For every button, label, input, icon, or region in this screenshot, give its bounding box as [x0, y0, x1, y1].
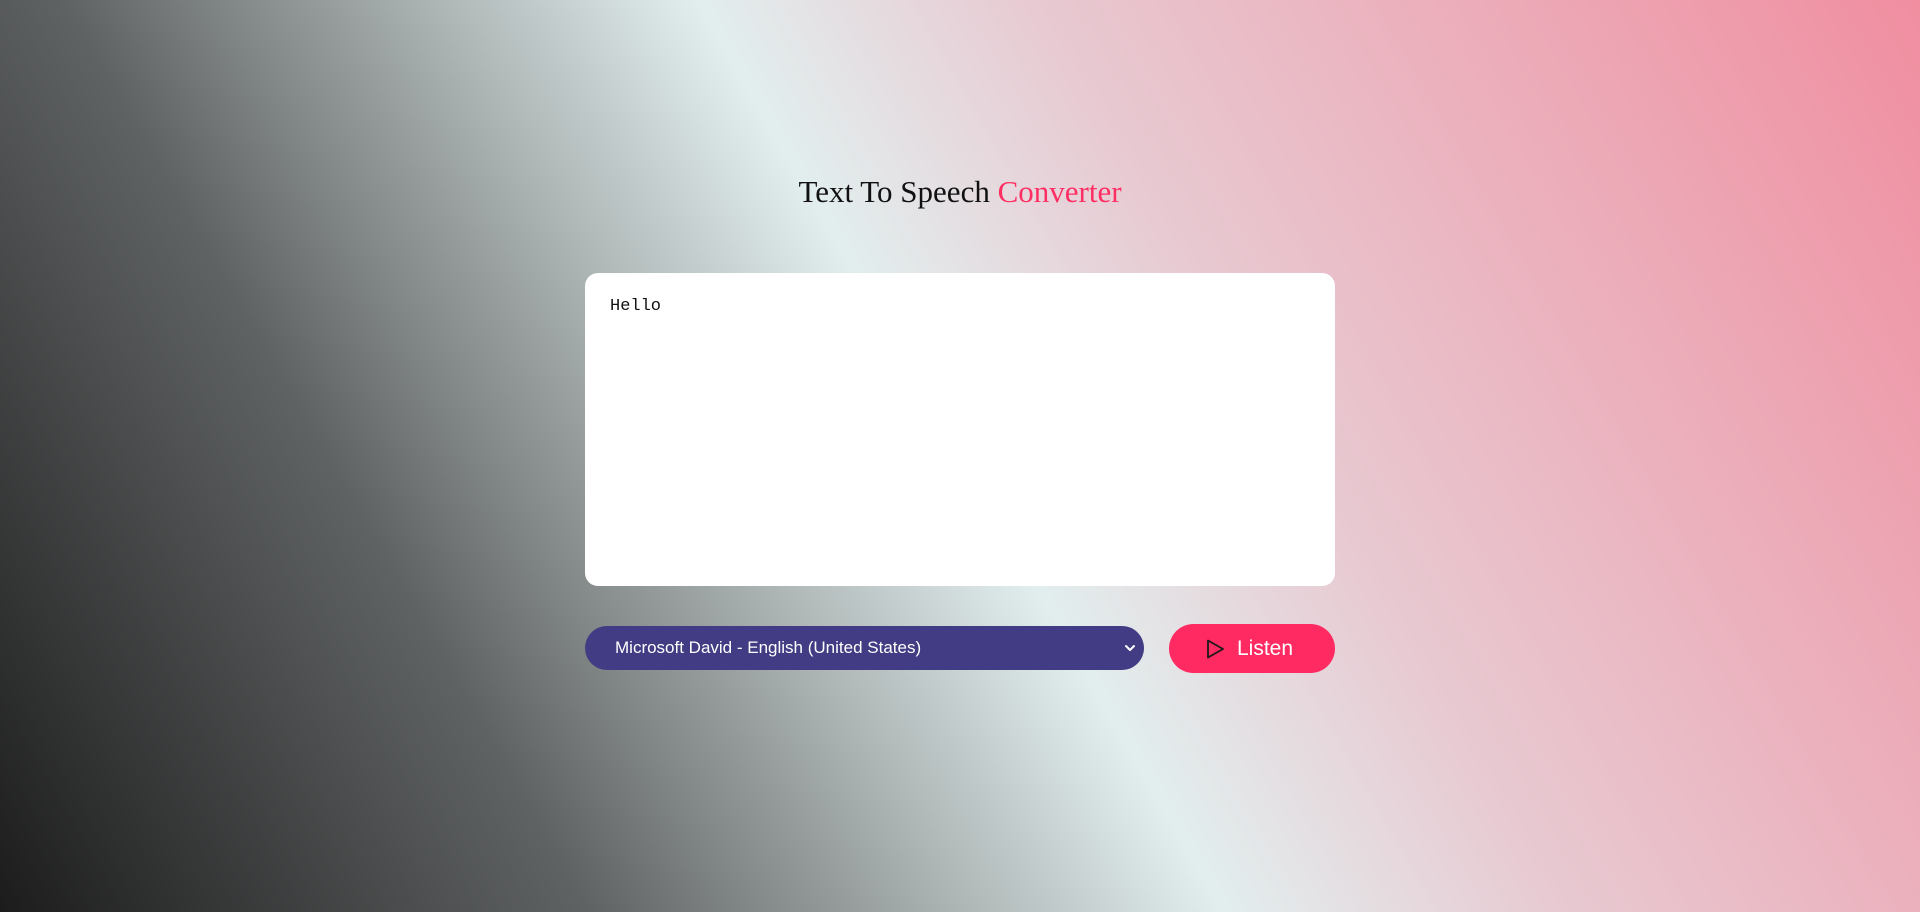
- text-input[interactable]: Hello: [585, 273, 1335, 586]
- listen-button[interactable]: Listen: [1169, 624, 1335, 673]
- page-title: Text To Speech Converter: [0, 176, 1920, 207]
- voice-select[interactable]: Microsoft David - English (United States…: [585, 626, 1144, 670]
- play-icon: [1207, 639, 1224, 658]
- voice-select-value: Microsoft David - English (United States…: [615, 638, 922, 657]
- chevron-down-icon: [1125, 645, 1135, 651]
- page-title-accent: Converter: [997, 174, 1122, 209]
- listen-button-label: Listen: [1236, 636, 1294, 660]
- page-title-main: Text To Speech: [798, 174, 990, 209]
